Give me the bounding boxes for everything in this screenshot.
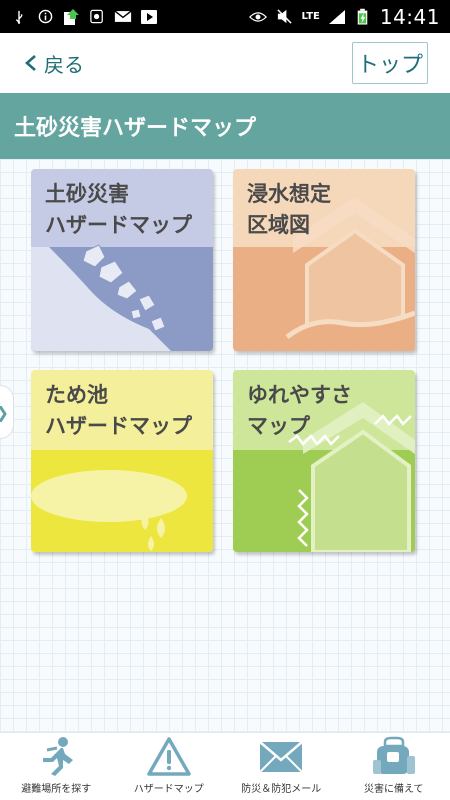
running-person-icon	[43, 737, 74, 776]
mail-icon	[114, 8, 132, 26]
nav-safety-mail[interactable]: 防災＆防犯メール	[225, 732, 337, 800]
navigation-bar: 戻る トップ	[0, 33, 450, 93]
eye-icon	[249, 8, 268, 26]
chevron-right-icon: ❯	[0, 403, 9, 422]
warning-triangle-icon	[147, 737, 191, 776]
nav-label: ハザードマップ	[133, 784, 204, 795]
nav-disaster-preparation[interactable]: 災害に備えて	[338, 732, 450, 800]
usb-icon	[10, 8, 28, 26]
nav-find-shelter[interactable]: 避難場所を探す	[0, 732, 112, 800]
play-icon	[140, 8, 158, 26]
battery-icon	[354, 8, 372, 26]
page-title: 土砂災害ハザードマップ	[0, 93, 450, 159]
side-drawer-handle[interactable]: ❯	[0, 385, 14, 439]
clock: 14:41	[379, 4, 440, 29]
tile-landslide-hazard-map[interactable]: 土砂災害 ハザードマップ	[31, 169, 213, 351]
network-type: LTE	[301, 10, 320, 22]
top-button[interactable]: トップ	[351, 42, 428, 84]
emergency-kit-icon	[372, 736, 415, 774]
nav-label: 避難場所を探す	[21, 784, 92, 795]
nav-hazard-map[interactable]: ハザードマップ	[113, 732, 225, 800]
back-label: 戻る	[44, 52, 84, 77]
tile-label: 浸水想定 区域図	[247, 182, 331, 237]
tile-label: 土砂災害 ハザードマップ	[45, 182, 192, 237]
status-right-icons: LTE 14:41	[249, 5, 440, 29]
tile-label: ため池 ハザードマップ	[45, 383, 192, 438]
tile-label: ゆれやすさ マップ	[247, 383, 352, 438]
tile-earthquake-shake-map[interactable]: ゆれやすさ マップ	[233, 370, 415, 552]
image-icon	[88, 8, 106, 26]
envelope-icon	[259, 741, 304, 773]
nav-label: 防災＆防犯メール	[241, 784, 322, 795]
main-content: ❯ 土砂災害 ハザードマップ 浸水想定 区域図	[0, 159, 450, 732]
back-button[interactable]: 戻る	[24, 49, 84, 78]
mute-icon	[275, 8, 293, 26]
tile-reservoir-hazard-map[interactable]: ため池 ハザードマップ	[31, 370, 213, 552]
bottom-navigation: 避難場所を探す ハザードマップ 防災＆防犯メール 災害に備えて	[0, 732, 450, 800]
chevron-left-icon	[25, 55, 36, 71]
nav-label: 災害に備えて	[364, 784, 424, 795]
signal-icon	[328, 8, 346, 26]
info-icon	[36, 8, 54, 26]
upload-icon	[62, 8, 80, 26]
status-bar: LTE 14:41	[0, 0, 450, 33]
status-left-icons	[10, 8, 158, 26]
tile-flood-area-map[interactable]: 浸水想定 区域図	[233, 169, 415, 351]
